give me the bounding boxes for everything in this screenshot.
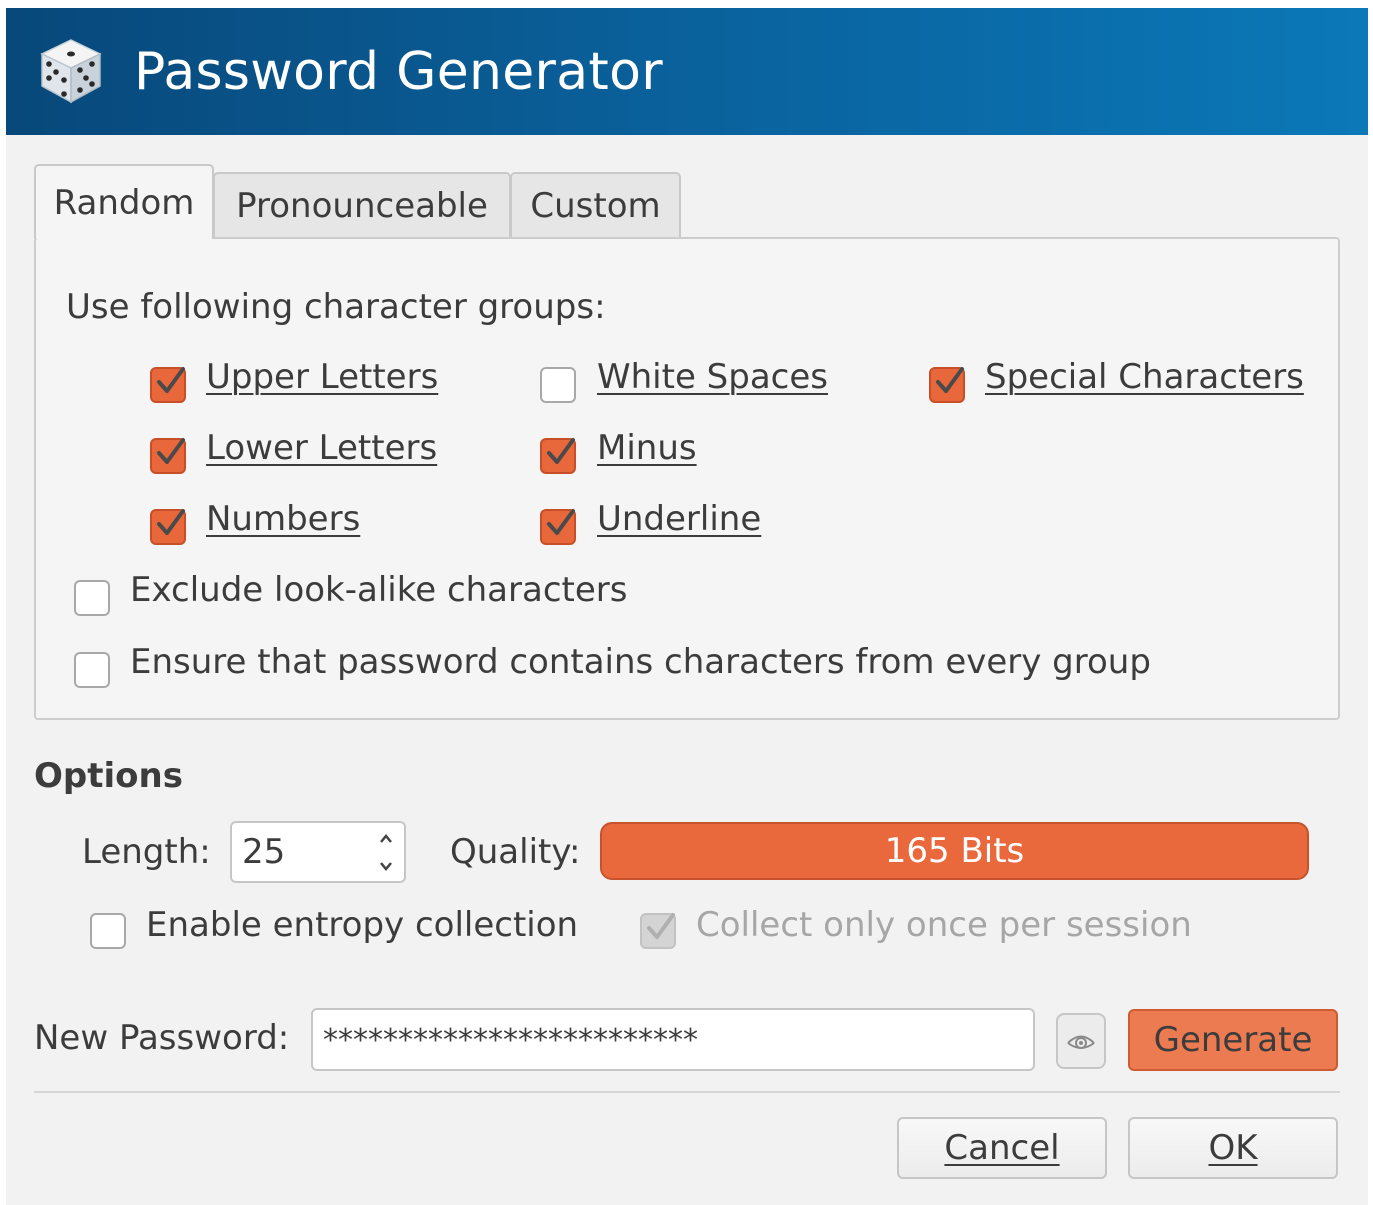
password-generator-window: Password Generator Random Pronounceable … (6, 8, 1368, 1205)
upper-letters-label[interactable]: Upper Letters (206, 357, 438, 397)
chevron-down-icon (380, 861, 392, 871)
window-title: Password Generator (134, 42, 663, 102)
special-characters-checkbox[interactable] (929, 367, 965, 403)
generate-button[interactable]: Generate (1128, 1009, 1338, 1071)
character-groups-heading: Use following character groups: (66, 287, 606, 327)
underline-label[interactable]: Underline (597, 499, 761, 539)
length-label: Length: (82, 832, 211, 872)
title-bar: Password Generator (6, 8, 1368, 135)
random-tab-panel: Use following character groups: Upper Le… (34, 237, 1340, 720)
numbers-label[interactable]: Numbers (206, 499, 360, 539)
new-password-input[interactable] (323, 1018, 1023, 1062)
cancel-button[interactable]: Cancel (897, 1117, 1107, 1179)
tab-random[interactable]: Random (34, 164, 214, 239)
numbers-checkbox[interactable] (150, 509, 186, 545)
minus-label[interactable]: Minus (597, 428, 697, 468)
underline-checkbox[interactable] (540, 509, 576, 545)
collect-once-checkbox (640, 913, 676, 949)
white-spaces-checkbox[interactable] (540, 367, 576, 403)
ensure-every-group-label[interactable]: Ensure that password contains characters… (130, 642, 1151, 682)
checkmark-icon (647, 913, 675, 939)
checkmark-icon (157, 509, 185, 535)
new-password-label: New Password: (34, 1018, 290, 1058)
exclude-lookalike-label[interactable]: Exclude look-alike characters (130, 570, 627, 610)
ensure-every-group-checkbox[interactable] (74, 652, 110, 688)
entropy-collection-label[interactable]: Enable entropy collection (146, 905, 578, 945)
new-password-field[interactable] (311, 1008, 1035, 1071)
ok-button[interactable]: OK (1128, 1117, 1338, 1179)
collect-once-label: Collect only once per session (696, 905, 1192, 945)
entropy-collection-checkbox[interactable] (90, 913, 126, 949)
quality-bar: 165 Bits (600, 822, 1309, 880)
toggle-password-visibility-button[interactable] (1056, 1013, 1106, 1069)
divider (34, 1091, 1340, 1093)
length-spinbox[interactable] (230, 821, 406, 883)
quality-value: 165 Bits (884, 831, 1025, 871)
eye-icon (1067, 1035, 1095, 1049)
checkmark-icon (547, 438, 575, 464)
checkmark-icon (936, 367, 964, 393)
length-input[interactable] (242, 831, 362, 873)
exclude-lookalike-checkbox[interactable] (74, 580, 110, 616)
options-heading: Options (34, 756, 183, 796)
chevron-up-icon (380, 833, 392, 843)
tab-custom[interactable]: Custom (510, 172, 681, 238)
checkmark-icon (157, 438, 185, 464)
length-increment-button[interactable] (368, 825, 404, 852)
length-decrement-button[interactable] (368, 852, 404, 879)
upper-letters-checkbox[interactable] (150, 367, 186, 403)
lower-letters-checkbox[interactable] (150, 438, 186, 474)
checkmark-icon (157, 367, 185, 393)
checkmark-icon (547, 509, 575, 535)
dice-icon (40, 39, 102, 104)
tab-pronounceable[interactable]: Pronounceable (213, 172, 511, 238)
special-characters-label[interactable]: Special Characters (985, 357, 1304, 397)
white-spaces-label[interactable]: White Spaces (597, 357, 828, 397)
quality-label: Quality: (450, 832, 581, 872)
minus-checkbox[interactable] (540, 438, 576, 474)
lower-letters-label[interactable]: Lower Letters (206, 428, 437, 468)
